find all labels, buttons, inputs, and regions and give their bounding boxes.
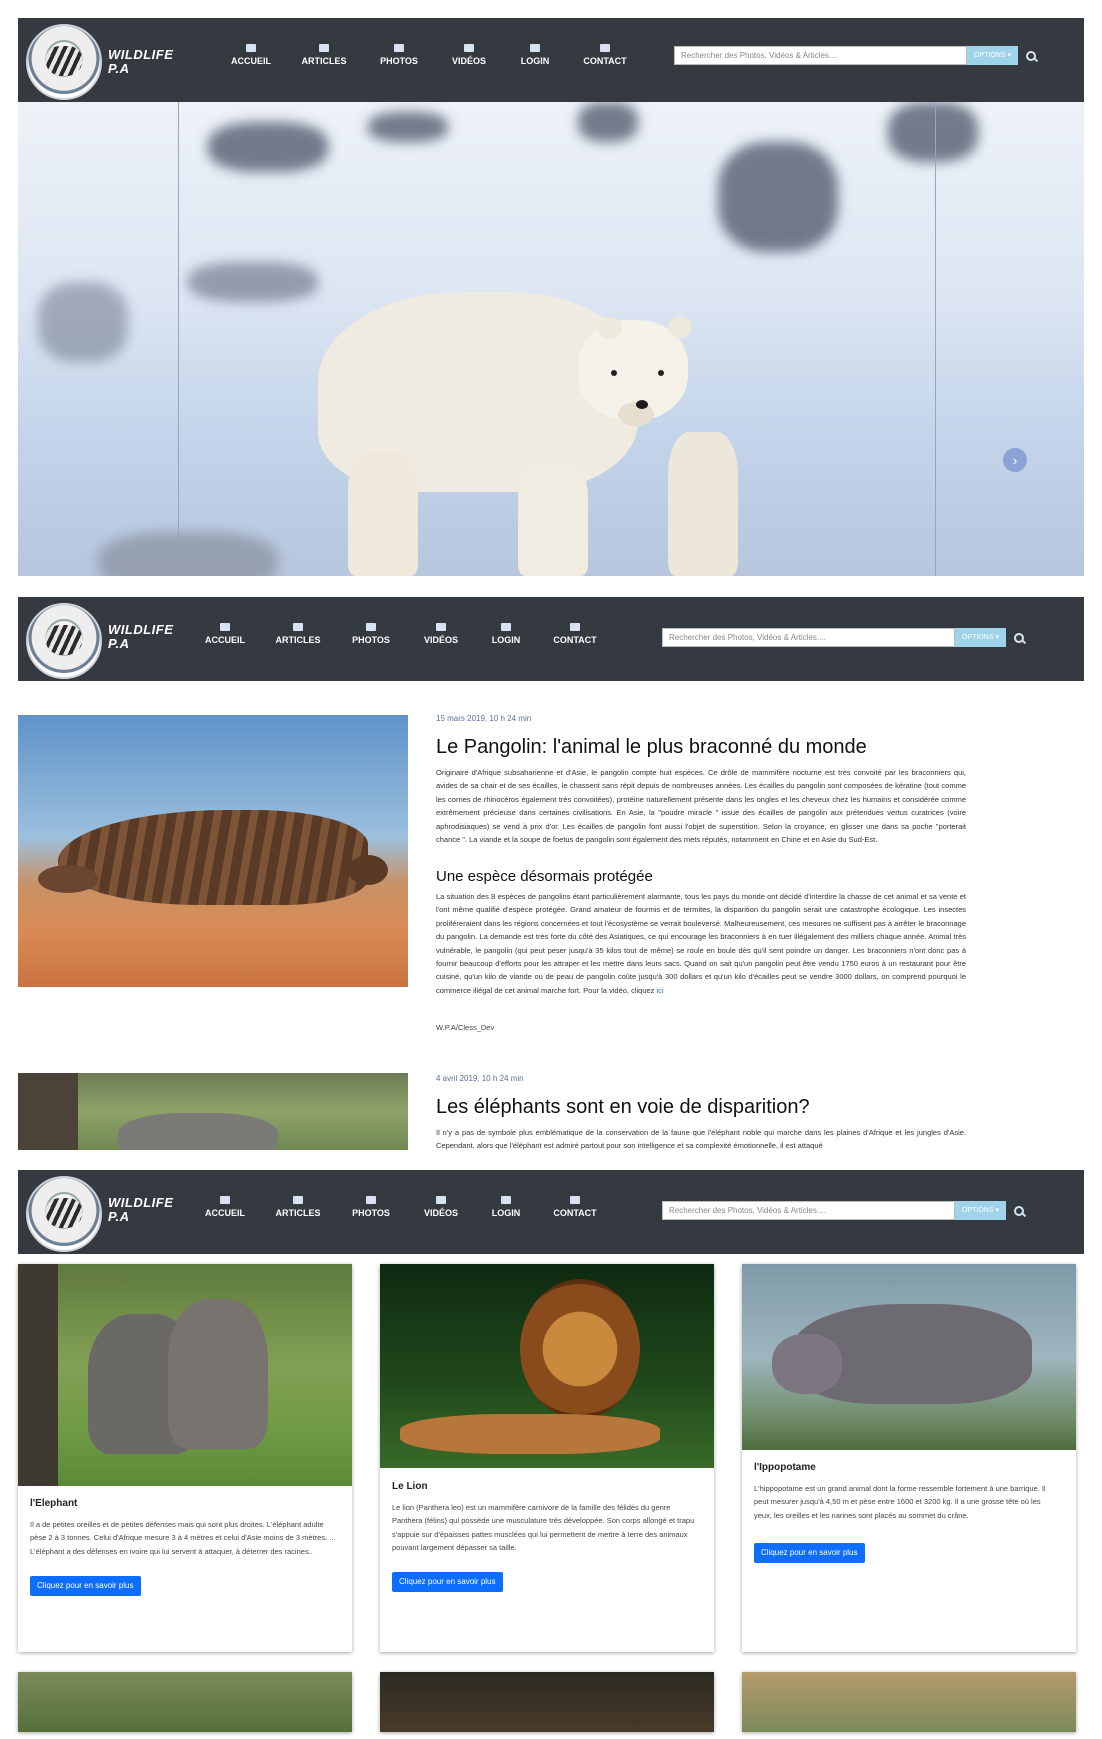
hippo-image [742,1264,1076,1450]
video-icon [464,44,474,52]
nav-item-videos[interactable]: VIDÉOS [406,623,476,645]
tiger-logo[interactable] [26,603,102,679]
article-title[interactable]: Les éléphants sont en voie de disparitio… [436,1096,810,1119]
article-icon [293,1196,303,1204]
article-body: Il n'y a pas de symbole plus emblématiqu… [436,1128,966,1151]
nav-item-login[interactable]: LOGIN [471,1196,541,1218]
nav-item-photos[interactable]: PHOTOS [336,623,406,645]
article-subtitle: Une espèce désormais protégée [436,868,653,885]
home-icon [220,623,230,631]
nav-item-videos[interactable]: VIDÉOS [406,1196,476,1218]
pangolin-image [18,715,408,987]
nav-item-accueil[interactable]: ACCUEIL [190,623,260,645]
brand-name[interactable]: WILDLIFE P.A [108,623,198,651]
nav-item-accueil[interactable]: ACCUEIL [190,1196,260,1218]
article-icon [319,44,329,52]
nav-item-contact[interactable]: CONTACT [570,44,640,66]
nav-item-photos[interactable]: PHOTOS [336,1196,406,1218]
navbar: WILDLIFE P.A ACCUEIL ARTICLES PHOTOS VIDÉ… [18,597,1084,681]
card-description: Le lion (Panthera leo) est un mammifère … [392,1503,695,1553]
article-date: 15 mars 2019, 10 h 24 min [436,714,532,723]
video-link[interactable]: ici [657,986,664,995]
card-description: Il a de petites oreilles et de petites d… [30,1520,336,1556]
brand-name[interactable]: WILDLIFE P.A [108,1196,198,1224]
search-icon[interactable] [1014,1206,1024,1216]
tiger-logo[interactable] [26,24,102,100]
options-dropdown[interactable]: OPTIONS ▾ [955,1201,1006,1220]
article-date: 4 avril 2019, 10 h 24 min [436,1074,524,1083]
video-icon [436,623,446,631]
navbar: WILDLIFE P.A ACCUEIL ARTICLES PHOTOS VIDÉ… [18,1170,1084,1254]
nav-item-contact[interactable]: CONTACT [540,1196,610,1218]
card-hippo: l'Ippopotame L'hippopotame est un grand … [742,1264,1076,1652]
nav-item-login[interactable]: LOGIN [471,623,541,645]
search-input[interactable]: Rechercher des Photos, Vidéos & Articles… [662,1201,955,1220]
nav-item-login[interactable]: LOGIN [500,44,570,66]
search-input[interactable]: Rechercher des Photos, Vidéos & Articles… [674,46,967,65]
video-icon [436,1196,446,1204]
learn-more-button[interactable]: Cliquez pour en savoir plus [30,1576,141,1596]
user-icon [501,623,511,631]
hero-carousel: › [18,102,1084,576]
article-icon [293,623,303,631]
search-icon[interactable] [1014,633,1024,643]
options-dropdown[interactable]: OPTIONS ▾ [967,46,1018,65]
article-body-2: La situation des 8 espèces de pangolins … [436,892,966,995]
card-partial [380,1672,714,1732]
card-partial [742,1672,1076,1732]
photo-icon [366,623,376,631]
nav-item-articles[interactable]: ARTICLES [289,44,359,66]
article-body: Originaire d'Afrique subsaharienne et d'… [436,768,966,845]
article-signature: W.P.A/Cless_Dev [436,1023,495,1032]
nav-item-accueil[interactable]: ACCUEIL [216,44,286,66]
navbar: WILDLIFE P.A ACCUEIL ARTICLES PHOTOS VID… [18,18,1084,102]
card-title: l'Elephant [30,1498,78,1509]
nav-item-articles[interactable]: ARTICLES [263,1196,333,1218]
photo-icon [394,44,404,52]
learn-more-button[interactable]: Cliquez pour en savoir plus [392,1572,503,1592]
home-icon [220,1196,230,1204]
options-dropdown[interactable]: OPTIONS ▾ [955,628,1006,647]
search-input[interactable]: Rechercher des Photos, Vidéos & Articles… [662,628,955,647]
nav-item-contact[interactable]: CONTACT [540,623,610,645]
tiger-logo[interactable] [26,1176,102,1252]
user-icon [530,44,540,52]
card-elephant: l'Elephant Il a de petites oreilles et d… [18,1264,352,1652]
home-icon [246,44,256,52]
card-partial [18,1672,352,1732]
contact-card-icon [570,623,580,631]
nav-item-photos[interactable]: PHOTOS [364,44,434,66]
card-title: l'Ippopotame [754,1462,816,1473]
article-title[interactable]: Le Pangolin: l'animal le plus braconné d… [436,736,867,759]
brand-name[interactable]: WILDLIFE P.A [108,48,198,76]
nav-item-videos[interactable]: VIDÉOS [434,44,504,66]
nav-item-articles[interactable]: ARTICLES [263,623,333,645]
photo-icon [366,1196,376,1204]
elephants-article-image [18,1073,408,1150]
card-lion: Le Lion Le lion (Panthera leo) est un ma… [380,1264,714,1652]
search-icon[interactable] [1026,51,1036,61]
contact-card-icon [600,44,610,52]
lion-image [380,1264,714,1468]
contact-card-icon [570,1196,580,1204]
card-title: Le Lion [392,1481,428,1492]
learn-more-button[interactable]: Cliquez pour en savoir plus [754,1543,865,1563]
carousel-next-arrow[interactable]: › [1003,448,1027,472]
card-description: L'hippopotame est un grand animal dont l… [754,1484,1046,1520]
user-icon [501,1196,511,1204]
elephant-image [18,1264,352,1486]
